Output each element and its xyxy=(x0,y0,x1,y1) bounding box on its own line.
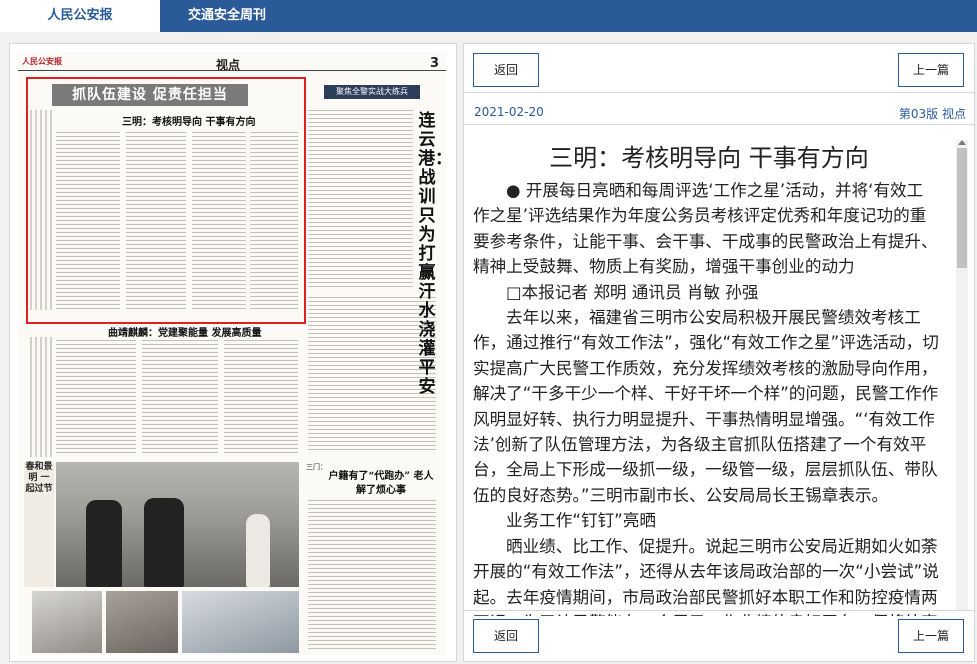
divider xyxy=(464,92,974,93)
text-column xyxy=(308,110,413,290)
article-subheading: 业务工作“钉钉”亮晒 xyxy=(506,511,656,531)
tab-bar: 人民公安报 交通安全周刊 xyxy=(0,0,977,32)
divider xyxy=(464,610,974,611)
scrollbar-thumb[interactable] xyxy=(957,148,967,268)
middle-article-title[interactable]: 曲靖麒麟：党建聚能量 发展高质量 xyxy=(108,324,261,339)
article-byline: □本报记者 郑明 通讯员 肖敏 孙强 xyxy=(506,282,759,302)
article-reader-pane: 返回 上一篇 2021-02-20 第03版 视点 三明：考核明导向 干事有方向… xyxy=(463,43,975,662)
side-vertical-title[interactable]: 连云港：战训只为打赢 汗水浇灌平安 xyxy=(418,112,452,397)
bottom-section-label: 三门： xyxy=(306,463,327,471)
divider xyxy=(464,124,974,125)
article-date: 2021-02-20 xyxy=(474,105,544,119)
photo-figure xyxy=(86,500,122,587)
previous-article-button[interactable]: 上一篇 xyxy=(898,53,964,87)
previous-article-button-bottom[interactable]: 上一篇 xyxy=(898,619,964,653)
masthead-logo: 人民公安报 xyxy=(22,57,62,66)
photo-figure xyxy=(144,498,184,587)
tab-renmin-gongan-bao[interactable]: 人民公安报 xyxy=(0,0,160,32)
newspaper-page: 人民公安报 视点 3 抓队伍建设 促责任担当 三明：考核明导向 干事有方向 聚焦… xyxy=(18,52,452,655)
text-column xyxy=(56,340,136,455)
photo-caption: 春和景明 一起过节 xyxy=(24,462,54,587)
side-section-banner: 聚焦全警实战大练兵 xyxy=(324,85,420,99)
article-summary: ● 开展每日亮晒和每周评选‘工作之星’活动，并将‘有效工作之星’评选结果作为年度… xyxy=(473,181,938,277)
article-scrollbar[interactable] xyxy=(956,140,968,610)
news-photo-small[interactable] xyxy=(182,591,299,653)
text-column xyxy=(224,340,298,455)
news-photo-small[interactable] xyxy=(32,591,102,653)
back-button[interactable]: 返回 xyxy=(473,53,539,87)
text-column xyxy=(308,500,436,650)
news-photo-small[interactable] xyxy=(106,591,178,653)
header-rule xyxy=(18,70,446,71)
news-photo[interactable] xyxy=(56,462,299,587)
page-number: 3 xyxy=(430,56,440,71)
article-edition[interactable]: 第03版 视点 xyxy=(899,105,966,122)
bottom-article-title[interactable]: 户籍有了“代跑办” 老人解了烦心事 xyxy=(326,470,436,498)
text-column xyxy=(308,297,436,452)
article-paragraph: 去年以来，福建省三明市公安局积极开展民警绩效考核工作，通过推行“有效工作法”，强… xyxy=(473,308,939,505)
text-column xyxy=(142,340,218,455)
selected-article-hotspot[interactable] xyxy=(26,77,306,324)
tab-jiaotong-anquan-zhoukan[interactable]: 交通安全周刊 xyxy=(160,0,294,32)
article-title: 三明：考核明导向 干事有方向 xyxy=(549,144,869,172)
back-button-bottom[interactable]: 返回 xyxy=(473,619,539,653)
article-body: ● 开展每日亮晒和每周评选‘工作之星’活动，并将‘有效工作之星’评选结果作为年度… xyxy=(473,178,939,616)
vertical-summary-column xyxy=(30,337,52,457)
newspaper-page-pane: 人民公安报 视点 3 抓队伍建设 促责任担当 三明：考核明导向 干事有方向 聚焦… xyxy=(9,43,457,662)
photo-figure xyxy=(246,514,270,587)
article-content: 三明：考核明导向 干事有方向 ● 开展每日亮晒和每周评选‘工作之星’活动，并将‘… xyxy=(464,126,974,616)
article-paragraph: 晒业绩、比工作、促提升。说起三明市公安局近期如火如荼开展的“有效工作法”，还得从… xyxy=(473,536,939,616)
scroll-up-arrow-icon[interactable] xyxy=(958,140,966,145)
